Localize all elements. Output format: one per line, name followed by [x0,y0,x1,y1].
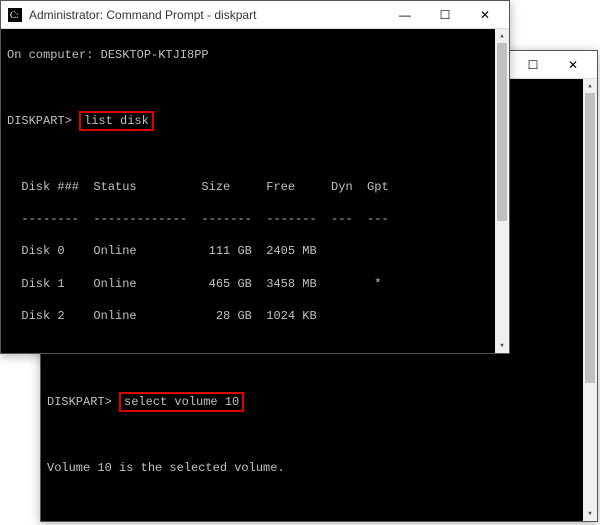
maximize-button[interactable]: ☐ [425,1,465,29]
titlebar-front[interactable]: C: Administrator: Command Prompt - diskp… [1,1,509,29]
scroll-track[interactable] [495,43,509,339]
scroll-up-icon[interactable]: ▴ [583,79,597,93]
cmd-select-volume: select volume 10 [119,392,244,412]
minimize-button[interactable]: — [385,1,425,29]
selected-volume-line: Volume 10 is the selected volume. [47,460,581,476]
scrollbar[interactable]: ▴ ▾ [583,79,597,521]
scroll-up-icon[interactable]: ▴ [495,29,509,43]
cmd-icon: C: [7,7,23,23]
prompt: DISKPART> [7,114,72,128]
scroll-down-icon[interactable]: ▾ [495,339,509,353]
scroll-thumb[interactable] [497,43,507,221]
svg-text:C:: C: [10,10,19,20]
scrollbar[interactable]: ▴ ▾ [495,29,509,353]
close-button[interactable]: ✕ [553,51,593,79]
prompt: DISKPART> [47,395,112,409]
window-title-front: Administrator: Command Prompt - diskpart [29,8,385,22]
maximize-button[interactable]: ☐ [513,51,553,79]
disk-row: Disk 0 Online 111 GB 2405 MB [7,243,503,259]
terminal-front[interactable]: On computer: DESKTOP-KTJI8PP DISKPART> l… [1,29,509,353]
scroll-track[interactable] [583,93,597,507]
computer-line: On computer: DESKTOP-KTJI8PP [7,47,503,63]
disk-header: Disk ### Status Size Free Dyn Gpt [7,179,503,195]
disk-row: Disk 1 Online 465 GB 3458 MB * [7,276,503,292]
scroll-thumb[interactable] [585,93,595,383]
cmd-list-disk: list disk [79,111,154,131]
close-button[interactable]: ✕ [465,1,505,29]
scroll-down-icon[interactable]: ▾ [583,507,597,521]
cmd-window-front: C: Administrator: Command Prompt - diskp… [0,0,510,354]
disk-sep: -------- ------------- ------- ------- -… [7,211,503,227]
disk-row: Disk 2 Online 28 GB 1024 KB [7,308,503,324]
